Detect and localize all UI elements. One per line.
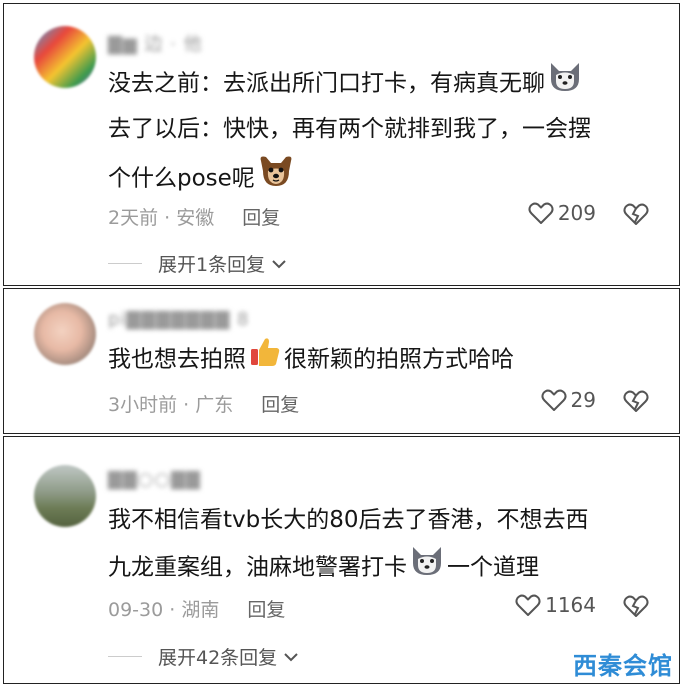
- watermark: 西秦会馆: [573, 652, 673, 680]
- expand-replies-label: 展开42条回复: [158, 647, 278, 669]
- like-count: 209: [557, 201, 596, 225]
- heart-icon: [528, 202, 554, 224]
- username[interactable]: ▇▆ 边 · 他: [108, 30, 203, 55]
- expand-replies-button[interactable]: 展开1条回复: [108, 250, 287, 277]
- comment-meta: 3小时前 · 广东 回复: [108, 390, 299, 417]
- meta-separator: ·: [183, 394, 190, 416]
- expand-replies-label: 展开1条回复: [158, 254, 266, 276]
- comment-meta: 2天前 · 安徽 回复: [108, 203, 280, 230]
- dislike-button[interactable]: [623, 594, 649, 622]
- comment-location: 安徽: [176, 207, 215, 229]
- username[interactable]: ▇▇○○▇▇: [108, 469, 201, 491]
- husky-emoji: [547, 59, 583, 109]
- comment-meta: 09-30 · 湖南 回复: [108, 595, 285, 622]
- avatar[interactable]: [34, 465, 96, 527]
- expand-replies-button[interactable]: 展开42条回复: [108, 643, 299, 670]
- like-button[interactable]: 209: [528, 201, 596, 225]
- dog-emoji: [257, 153, 295, 205]
- meta-separator: ·: [169, 599, 176, 621]
- comment-time: 09-30: [108, 599, 164, 621]
- comment-text-line: 没去之前：去派出所门口打卡，有病真无聊: [108, 59, 585, 109]
- reply-button[interactable]: 回复: [242, 207, 280, 229]
- comment-text-line: 去了以后：快快，再有两个就排到我了，一会摆: [108, 116, 591, 142]
- chevron-down-icon: [272, 259, 286, 268]
- like-button[interactable]: 29: [541, 388, 596, 412]
- avatar[interactable]: [34, 26, 96, 88]
- broken-heart-icon: [623, 203, 649, 225]
- avatar[interactable]: [34, 303, 96, 365]
- divider-line: [108, 656, 142, 657]
- comment-time: 2天前: [108, 207, 159, 229]
- broken-heart-icon: [623, 390, 649, 412]
- comment-text-line: 我不相信看tvb长大的80后去了香港，不想去西: [108, 507, 589, 533]
- like-count: 1164: [545, 593, 596, 617]
- meta-separator: ·: [164, 207, 171, 229]
- heart-icon: [515, 594, 541, 616]
- comment-location: 湖南: [181, 599, 220, 621]
- comment-location: 广东: [195, 394, 234, 416]
- broken-heart-icon: [623, 595, 649, 617]
- comment-card: ▇▆ 边 · 他 没去之前：去派出所门口打卡，有病真无聊 去了以后：快快，再有两…: [3, 3, 680, 286]
- chevron-down-icon: [284, 652, 298, 661]
- husky-emoji: [409, 543, 445, 593]
- divider-line: [108, 263, 142, 264]
- reply-button[interactable]: 回复: [247, 599, 285, 621]
- like-button[interactable]: 1164: [515, 593, 596, 617]
- comment-text-line: 个什么pose呢: [108, 153, 297, 205]
- comment-time: 3小时前: [108, 394, 178, 416]
- comment-card: pi▇▇▇▇▇▇▇ 8 我也想去拍照 很新颖的拍照方式哈哈 3小时前 · 广东 …: [3, 288, 680, 434]
- heart-icon: [541, 389, 567, 411]
- reply-button[interactable]: 回复: [261, 394, 299, 416]
- comment-text-line: 我也想去拍照 很新颖的拍照方式哈哈: [108, 335, 514, 385]
- dislike-button[interactable]: [623, 389, 649, 417]
- like-count: 29: [570, 388, 596, 412]
- username[interactable]: pi▇▇▇▇▇▇▇ 8: [108, 309, 250, 331]
- comment-text-line: 九龙重案组，油麻地警署打卡 一个道理: [108, 543, 539, 593]
- dislike-button[interactable]: [623, 202, 649, 230]
- thumbs-up-emoji: [248, 335, 282, 385]
